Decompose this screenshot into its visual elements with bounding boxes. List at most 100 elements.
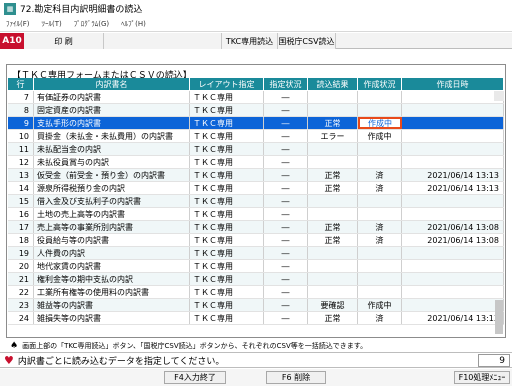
spade-icon: ♠ [10, 340, 19, 351]
table-row[interactable]: 13 仮受金（前受金・預り金）の内訳書 ＴＫＣ専用 ― 正常 済 2021/06… [8, 169, 504, 182]
row-layout[interactable]: ＴＫＣ専用 [190, 117, 264, 129]
heart-icon: ♥ [4, 353, 14, 367]
row-spec: ― [264, 182, 308, 194]
f4-end-input-button[interactable]: F4入力終了 [164, 371, 226, 384]
menu-program[interactable]: ﾌﾟﾛｸﾞﾗﾑ(G) [74, 19, 109, 29]
table-row[interactable]: 24 雑損失等の内訳書 ＴＫＣ専用 ― 正常 済 2021/06/14 13:1… [8, 312, 504, 325]
row-layout[interactable]: ＴＫＣ専用 [190, 182, 264, 194]
row-status [358, 273, 402, 285]
scrollbar-thumb[interactable] [495, 300, 503, 334]
row-spec: ― [264, 130, 308, 142]
table-row[interactable]: 18 役員給与等の内訳書 ＴＫＣ専用 ― 正常 済 2021/06/14 13:… [8, 234, 504, 247]
row-name: 仮受金（前受金・預り金）の内訳書 [34, 169, 190, 181]
row-layout[interactable]: ＴＫＣ専用 [190, 91, 264, 103]
row-number: 21 [8, 273, 34, 285]
row-number: 24 [8, 312, 34, 324]
row-layout[interactable]: ＴＫＣ専用 [190, 273, 264, 285]
row-date: 2021/06/14 13:08 [402, 221, 504, 233]
row-status: 済 [358, 221, 402, 233]
row-layout[interactable]: ＴＫＣ専用 [190, 156, 264, 168]
row-layout[interactable]: ＴＫＣ専用 [190, 234, 264, 246]
row-name: 地代家賃の内訳書 [34, 260, 190, 272]
row-number: 19 [8, 247, 34, 259]
table-row[interactable]: 14 源泉所得税預り金の内訳 ＴＫＣ専用 ― 正常 済 2021/06/14 1… [8, 182, 504, 195]
row-date: 2021/06/14 13:08 [402, 234, 504, 246]
title-bar: ▦ 72.勘定科目内訳明細書の読込 [0, 0, 512, 17]
row-status [358, 247, 402, 259]
f6-delete-button[interactable]: F6 削除 [266, 371, 326, 384]
table-row[interactable]: 19 人件費の内訳 ＴＫＣ専用 ― [8, 247, 504, 260]
row-spec: ― [264, 221, 308, 233]
col-header-no: 行 [8, 78, 34, 90]
table-row-selected[interactable]: 9 支払手形の内訳書 ＴＫＣ専用 ― 正常 作成中 [8, 117, 504, 130]
row-layout[interactable]: ＴＫＣ専用 [190, 312, 264, 324]
table-row[interactable]: 22 工業所有権等の使用料の内訳書 ＴＫＣ専用 ― [8, 286, 504, 299]
row-layout[interactable]: ＴＫＣ専用 [190, 130, 264, 142]
table-row[interactable]: 10 買掛金（未払金・未払費用）の内訳書 ＴＫＣ専用 ― エラー 作成中 [8, 130, 504, 143]
row-layout[interactable]: ＴＫＣ専用 [190, 169, 264, 181]
row-layout[interactable]: ＴＫＣ専用 [190, 221, 264, 233]
table-row[interactable]: 20 地代家賃の内訳書 ＴＫＣ専用 ― [8, 260, 504, 273]
table-row[interactable]: 7 有価証券の内訳書 ＴＫＣ専用 ― [8, 91, 504, 104]
row-layout[interactable]: ＴＫＣ専用 [190, 195, 264, 207]
table-row[interactable]: 21 権利金等の期中支払の内訳 ＴＫＣ専用 ― [8, 273, 504, 286]
row-layout[interactable]: ＴＫＣ専用 [190, 208, 264, 220]
row-name: 売上高等の事業所別内訳書 [34, 221, 190, 233]
status-message: 内訳書ごとに読み込むデータを指定してください。 [17, 356, 225, 367]
print-button[interactable]: 印 刷 [24, 33, 104, 49]
row-spec: ― [264, 260, 308, 272]
table-row[interactable]: 15 借入金及び支払利子の内訳書 ＴＫＣ専用 ― [8, 195, 504, 208]
table-row[interactable]: 11 未払配当金の内訳 ＴＫＣ専用 ― [8, 143, 504, 156]
row-result: エラー [308, 130, 358, 142]
row-spec: ― [264, 91, 308, 103]
row-result [308, 273, 358, 285]
row-result: 正常 [308, 182, 358, 194]
row-name: 源泉所得税預り金の内訳 [34, 182, 190, 194]
row-date [402, 273, 504, 285]
menu-help[interactable]: ﾍﾙﾌﾟ(H) [121, 19, 146, 29]
status-bar: ♥ 内訳書ごとに読み込むデータを指定してください。 9 [0, 352, 512, 368]
row-result [308, 208, 358, 220]
table-row[interactable]: 17 売上高等の事業所別内訳書 ＴＫＣ専用 ― 正常 済 2021/06/14 … [8, 221, 504, 234]
table-row[interactable]: 8 固定資産の内訳書 ＴＫＣ専用 ― [8, 104, 504, 117]
row-status [358, 143, 402, 155]
row-date [402, 195, 504, 207]
row-name: 借入金及び支払利子の内訳書 [34, 195, 190, 207]
row-layout[interactable]: ＴＫＣ専用 [190, 299, 264, 311]
row-spec: ― [264, 247, 308, 259]
col-header-result: 読込結果 [308, 78, 358, 90]
row-name: 雑損失等の内訳書 [34, 312, 190, 324]
row-status-focused[interactable]: 作成中 [358, 117, 402, 129]
row-layout[interactable]: ＴＫＣ専用 [190, 260, 264, 272]
row-name: 支払手形の内訳書 [34, 117, 190, 129]
row-result: 正常 [308, 234, 358, 246]
row-date [402, 104, 504, 116]
row-layout[interactable]: ＴＫＣ専用 [190, 247, 264, 259]
row-date [402, 143, 504, 155]
row-layout[interactable]: ＴＫＣ専用 [190, 143, 264, 155]
table-row[interactable]: 23 雑益等の内訳書 ＴＫＣ専用 ― 要確認 作成中 [8, 299, 504, 312]
row-result [308, 91, 358, 103]
row-layout[interactable]: ＴＫＣ専用 [190, 286, 264, 298]
row-number: 14 [8, 182, 34, 194]
page-number-field: 9 [478, 354, 510, 367]
scroll-up-arrow[interactable] [494, 91, 504, 101]
nta-csv-read-button[interactable]: 国税庁CSV読込 [278, 33, 336, 49]
tkc-read-button[interactable]: TKC専用読込 [222, 33, 278, 49]
row-date [402, 156, 504, 168]
row-status [358, 260, 402, 272]
row-name: 工業所有権等の使用料の内訳書 [34, 286, 190, 298]
table-body: 7 有価証券の内訳書 ＴＫＣ専用 ― 8 固定資産の内訳書 ＴＫＣ専用 ― 9 … [8, 91, 504, 325]
table-row[interactable]: 12 未払役員賞与の内訳 ＴＫＣ専用 ― [8, 156, 504, 169]
menu-tools[interactable]: ﾂｰﾙ(T) [42, 19, 62, 29]
menu-file[interactable]: ﾌｧｲﾙ(F) [6, 19, 30, 29]
row-number: 17 [8, 221, 34, 233]
row-number: 8 [8, 104, 34, 116]
row-number: 9 [8, 117, 34, 129]
info-text: 画面上部の「TKC専用読込」ボタン、「国税庁CSV読込」ボタンから、それぞれのC… [22, 341, 368, 350]
row-layout[interactable]: ＴＫＣ専用 [190, 104, 264, 116]
f10-process-menu-button[interactable]: F10処理ﾒﾆｭｰ [454, 371, 510, 384]
row-name: 役員給与等の内訳書 [34, 234, 190, 246]
table-row[interactable]: 16 土地の売上高等の内訳書 ＴＫＣ専用 ― [8, 208, 504, 221]
row-status [358, 104, 402, 116]
